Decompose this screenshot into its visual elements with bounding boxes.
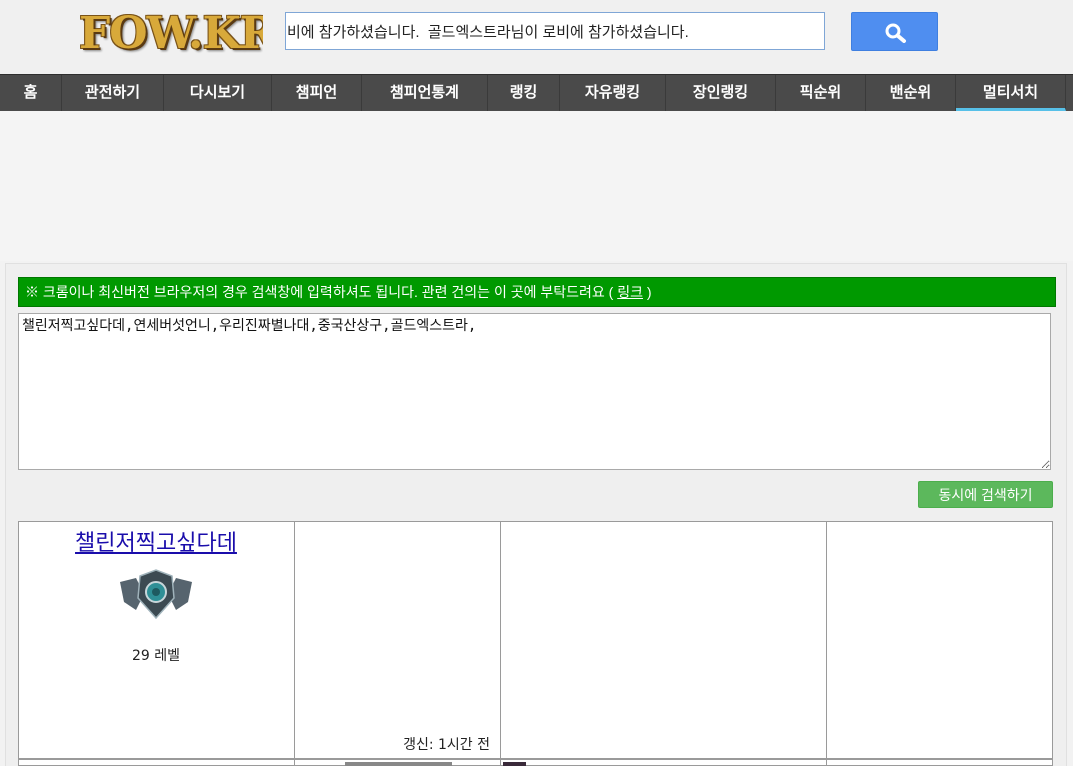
nav-item-pick-rate[interactable]: 픽순위 [776, 75, 866, 111]
grid-divider [500, 521, 501, 766]
search-button[interactable] [851, 12, 938, 51]
ad-area [0, 111, 1073, 261]
site-logo[interactable]: FOW.KR [79, 8, 263, 60]
nav-item-ranking[interactable]: 랭킹 [488, 75, 560, 111]
nav-item-multisearch[interactable]: 멀티서치 [956, 75, 1066, 111]
grid-divider [826, 521, 827, 766]
summoner-level: 29 레벨 [131, 648, 181, 664]
summoner-names-textarea[interactable]: 챌린저찍고싶다데,연세버섯언니,우리진짜별나대,중국산상구,골드엑스트라, [18, 313, 1051, 470]
notice-text: ※ 크롬이나 최신버전 브라우저의 경우 검색창에 입력하셔도 됩니다. 관련 … [25, 284, 614, 300]
summoner-search-input[interactable] [285, 12, 825, 50]
champion-thumbnail [345, 762, 452, 766]
notice-link[interactable]: 링크 [617, 284, 643, 300]
grid-divider [294, 521, 295, 766]
nav-item-spectate[interactable]: 관전하기 [62, 75, 164, 111]
rank-emblem-icon [120, 569, 192, 620]
update-time: 갱신: 1시간 전 [403, 737, 490, 753]
search-icon [885, 23, 906, 43]
champion-thumbnail [503, 762, 526, 766]
main-nav: 홈 관전하기 다시보기 챔피언 챔피언통계 랭킹 자유랭킹 장인랭킹 픽순위 밴… [0, 74, 1073, 111]
nav-item-flex-ranking[interactable]: 자유랭킹 [560, 75, 666, 111]
grid-row-divider [18, 758, 1053, 760]
nav-item-ban-rate[interactable]: 밴순위 [866, 75, 956, 111]
nav-item-champion-stats[interactable]: 챔피언통계 [362, 75, 488, 111]
nav-item-master-ranking[interactable]: 장인랭킹 [666, 75, 776, 111]
multi-search-button[interactable]: 동시에 검색하기 [918, 481, 1053, 508]
results-grid [18, 521, 1053, 766]
summoner-name-link[interactable]: 챌린저찍고싶다데 [18, 525, 294, 557]
browser-notice: ※ 크롬이나 최신버전 브라우저의 경우 검색창에 입력하셔도 됩니다. 관련 … [18, 277, 1056, 307]
nav-item-home[interactable]: 홈 [0, 75, 62, 111]
nav-item-champions[interactable]: 챔피언 [272, 75, 362, 111]
nav-item-replay[interactable]: 다시보기 [164, 75, 272, 111]
notice-close-paren: ) [642, 284, 652, 300]
